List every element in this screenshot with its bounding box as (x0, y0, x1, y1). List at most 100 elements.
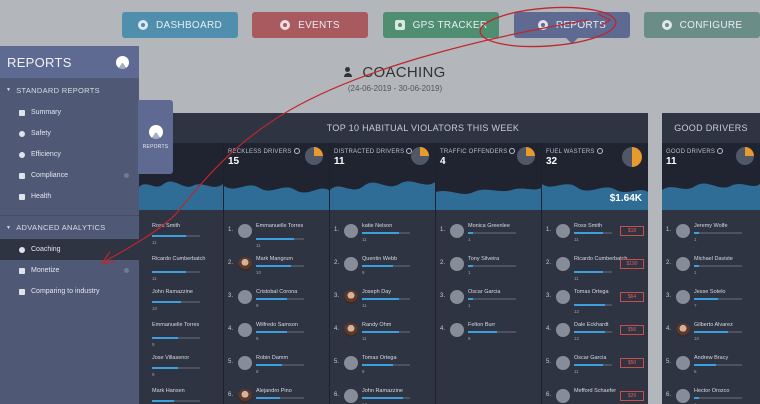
driver-row[interactable]: 5. Robin Damm 8 (224, 350, 329, 383)
sidebar-item-safety[interactable]: Safety (0, 123, 139, 144)
reports-logo-icon (148, 124, 163, 139)
driver-score: 8 (256, 369, 259, 374)
driver-row[interactable]: 3. Jesse Sotelo 7 (662, 284, 760, 317)
driver-row[interactable]: Ross Smith 11 (138, 218, 223, 251)
column-label-wrap: FUEL WASTERS (546, 148, 603, 155)
page-title: COACHING (362, 64, 446, 81)
nav-configure-button[interactable]: CONFIGURE (644, 12, 760, 38)
driver-score: 11 (152, 276, 157, 281)
sidebar-item-label: Monetize (31, 267, 60, 274)
column-label: DISTRACTED DRIVERS (334, 149, 405, 155)
column-label-wrap: RECKLESS DRIVERS (228, 148, 300, 155)
section-standard-reports[interactable]: ▼ STANDARD REPORTS (0, 78, 139, 102)
driver-row[interactable]: 1. Jeremy Wolfe 1 (662, 218, 760, 251)
driver-score: 12 (574, 336, 580, 341)
avatar (676, 323, 690, 337)
info-icon[interactable] (596, 148, 603, 154)
driver-row[interactable]: John Ramazzine 10 (138, 284, 223, 317)
sidebar-item-comparing-to-industry[interactable]: Comparing to industry (0, 281, 139, 302)
info-icon[interactable] (293, 148, 300, 154)
driver-score: 9 (362, 270, 365, 275)
avatar (450, 257, 464, 271)
nav-reports-button[interactable]: REPORTS (514, 12, 630, 44)
nav-gps-tracker-button[interactable]: GPS TRACKER (383, 12, 499, 38)
driver-row[interactable]: 1. Ross Smith 11 $18 (542, 218, 648, 251)
driver-row[interactable]: 4. Gilberto Alvarez 10 (662, 317, 760, 350)
driver-row[interactable]: 6.John Ramazzine12 (330, 383, 435, 404)
driver-row[interactable]: 1. katie Nelson 11 (330, 218, 435, 251)
driver-score: 9 (256, 303, 259, 308)
driver-row[interactable]: 5. Andrew Bracy 6 (662, 350, 760, 383)
driver-name: John Ramazzine (152, 289, 193, 295)
sidebar-item-efficiency[interactable]: Efficiency (0, 144, 139, 165)
score-bar (362, 364, 410, 366)
sidebar-item-summary[interactable]: Summary (0, 102, 139, 123)
score-bar (574, 304, 612, 306)
driver-row[interactable]: 2. Mark Mangrum 10 (224, 251, 329, 284)
section-label: ADVANCED ANALYTICS (16, 223, 106, 232)
sidebar-item-compliance[interactable]: Compliance (0, 165, 139, 186)
score-bar (694, 364, 742, 366)
nav-dashboard-button[interactable]: DASHBOARD (122, 12, 238, 38)
avatar (556, 389, 570, 403)
sidebar-item-label: Comparing to industry (31, 288, 100, 295)
score-bar (152, 367, 200, 369)
gauge-icon (19, 151, 25, 158)
driver-row[interactable]: 3. Joseph Day 11 (330, 284, 435, 317)
driver-row[interactable]: 3. Cristobal Corona 9 (224, 284, 329, 317)
driver-row[interactable]: 5. Oscar Garcia 11 $50 (542, 350, 648, 383)
dollar-icon (19, 267, 25, 274)
driver-row[interactable]: 1. Emmanuelle Torres 11 (224, 218, 329, 251)
driver-row[interactable]: 3. Tomas Ortega 12 $64 (542, 284, 648, 317)
driver-name: Jeremy Wolfe (694, 223, 728, 229)
driver-row[interactable]: 4. Randy Ohm 11 (330, 317, 435, 350)
driver-row[interactable]: 6.Hector Orozco1 (662, 383, 760, 404)
driver-name: Felton Burr (468, 322, 496, 328)
driver-row[interactable]: 5. Tomas Ortega 9 (330, 350, 435, 383)
driver-row[interactable]: Jose Villasenor 9 (138, 350, 223, 383)
driver-row[interactable]: Emmanuelle Torres 9 (138, 317, 223, 350)
driver-row[interactable]: 2. Michael Daviste 1 (662, 251, 760, 284)
sidebar-item-health[interactable]: Health (0, 186, 139, 207)
driver-row[interactable]: 6. Mefford Schaefer $29 (542, 383, 648, 404)
driver-row[interactable]: 3. Oscar Garcia 1 (436, 284, 541, 317)
column-summary: GOOD DRIVERS 11 (662, 143, 760, 210)
driver-rank: 2. (546, 260, 552, 266)
avatar (450, 224, 464, 238)
score-bar (256, 298, 304, 300)
driver-list: Ross Smith 11 Ricardo Cumberbatch 11 John … (138, 210, 223, 404)
driver-row[interactable]: Ricardo Cumberbatch 11 (138, 251, 223, 284)
score-bar (468, 265, 516, 267)
driver-score: 10 (694, 336, 700, 341)
lock-icon (124, 268, 129, 273)
driver-row[interactable]: 4. Felton Burr 8 (436, 317, 541, 350)
sidebar-item-monetize[interactable]: Monetize (0, 260, 139, 281)
driver-row[interactable]: 4. Wilfredo Samson 9 (224, 317, 329, 350)
driver-row[interactable]: Mark Hansen (138, 383, 223, 404)
section-advanced-analytics[interactable]: ▼ ADVANCED ANALYTICS (0, 215, 139, 239)
sidebar-item-label: Efficiency (31, 151, 61, 158)
sidebar-item-coaching[interactable]: Coaching (0, 239, 139, 260)
info-icon[interactable] (717, 148, 724, 154)
driver-row[interactable]: 2. Quentin Webb 9 (330, 251, 435, 284)
driver-row[interactable]: 2. Tony Silveira 1 (436, 251, 541, 284)
driver-name: Joseph Day (362, 289, 392, 295)
driver-row[interactable]: 6. Alejandro Pino (224, 383, 329, 404)
driver-score: 7 (694, 303, 697, 308)
driver-name: Randy Ohm (362, 322, 392, 328)
info-icon[interactable] (509, 148, 516, 154)
driver-row[interactable]: 4. Dale Eckhardt 12 $56 (542, 317, 648, 350)
float-tab-label: REPORTS (142, 143, 169, 150)
fuel-cost-badge: $50 (620, 358, 644, 368)
driver-row[interactable]: 2. Ricardo Cumberbatch 11 $190 (542, 251, 648, 284)
avatar (238, 257, 252, 271)
reports-float-tab[interactable]: REPORTS (138, 100, 173, 174)
driver-name: Hector Orozco (694, 388, 730, 394)
driver-row[interactable]: 1. Monica Greenlee 1 (436, 218, 541, 251)
column-count: 32 (546, 156, 558, 167)
sidebar-item-label: Coaching (31, 246, 61, 253)
score-bar (152, 400, 200, 402)
fuel-cost-badge: $56 (620, 325, 644, 335)
driver-rank: 3. (334, 293, 340, 299)
nav-events-button[interactable]: EVENTS (252, 12, 368, 38)
